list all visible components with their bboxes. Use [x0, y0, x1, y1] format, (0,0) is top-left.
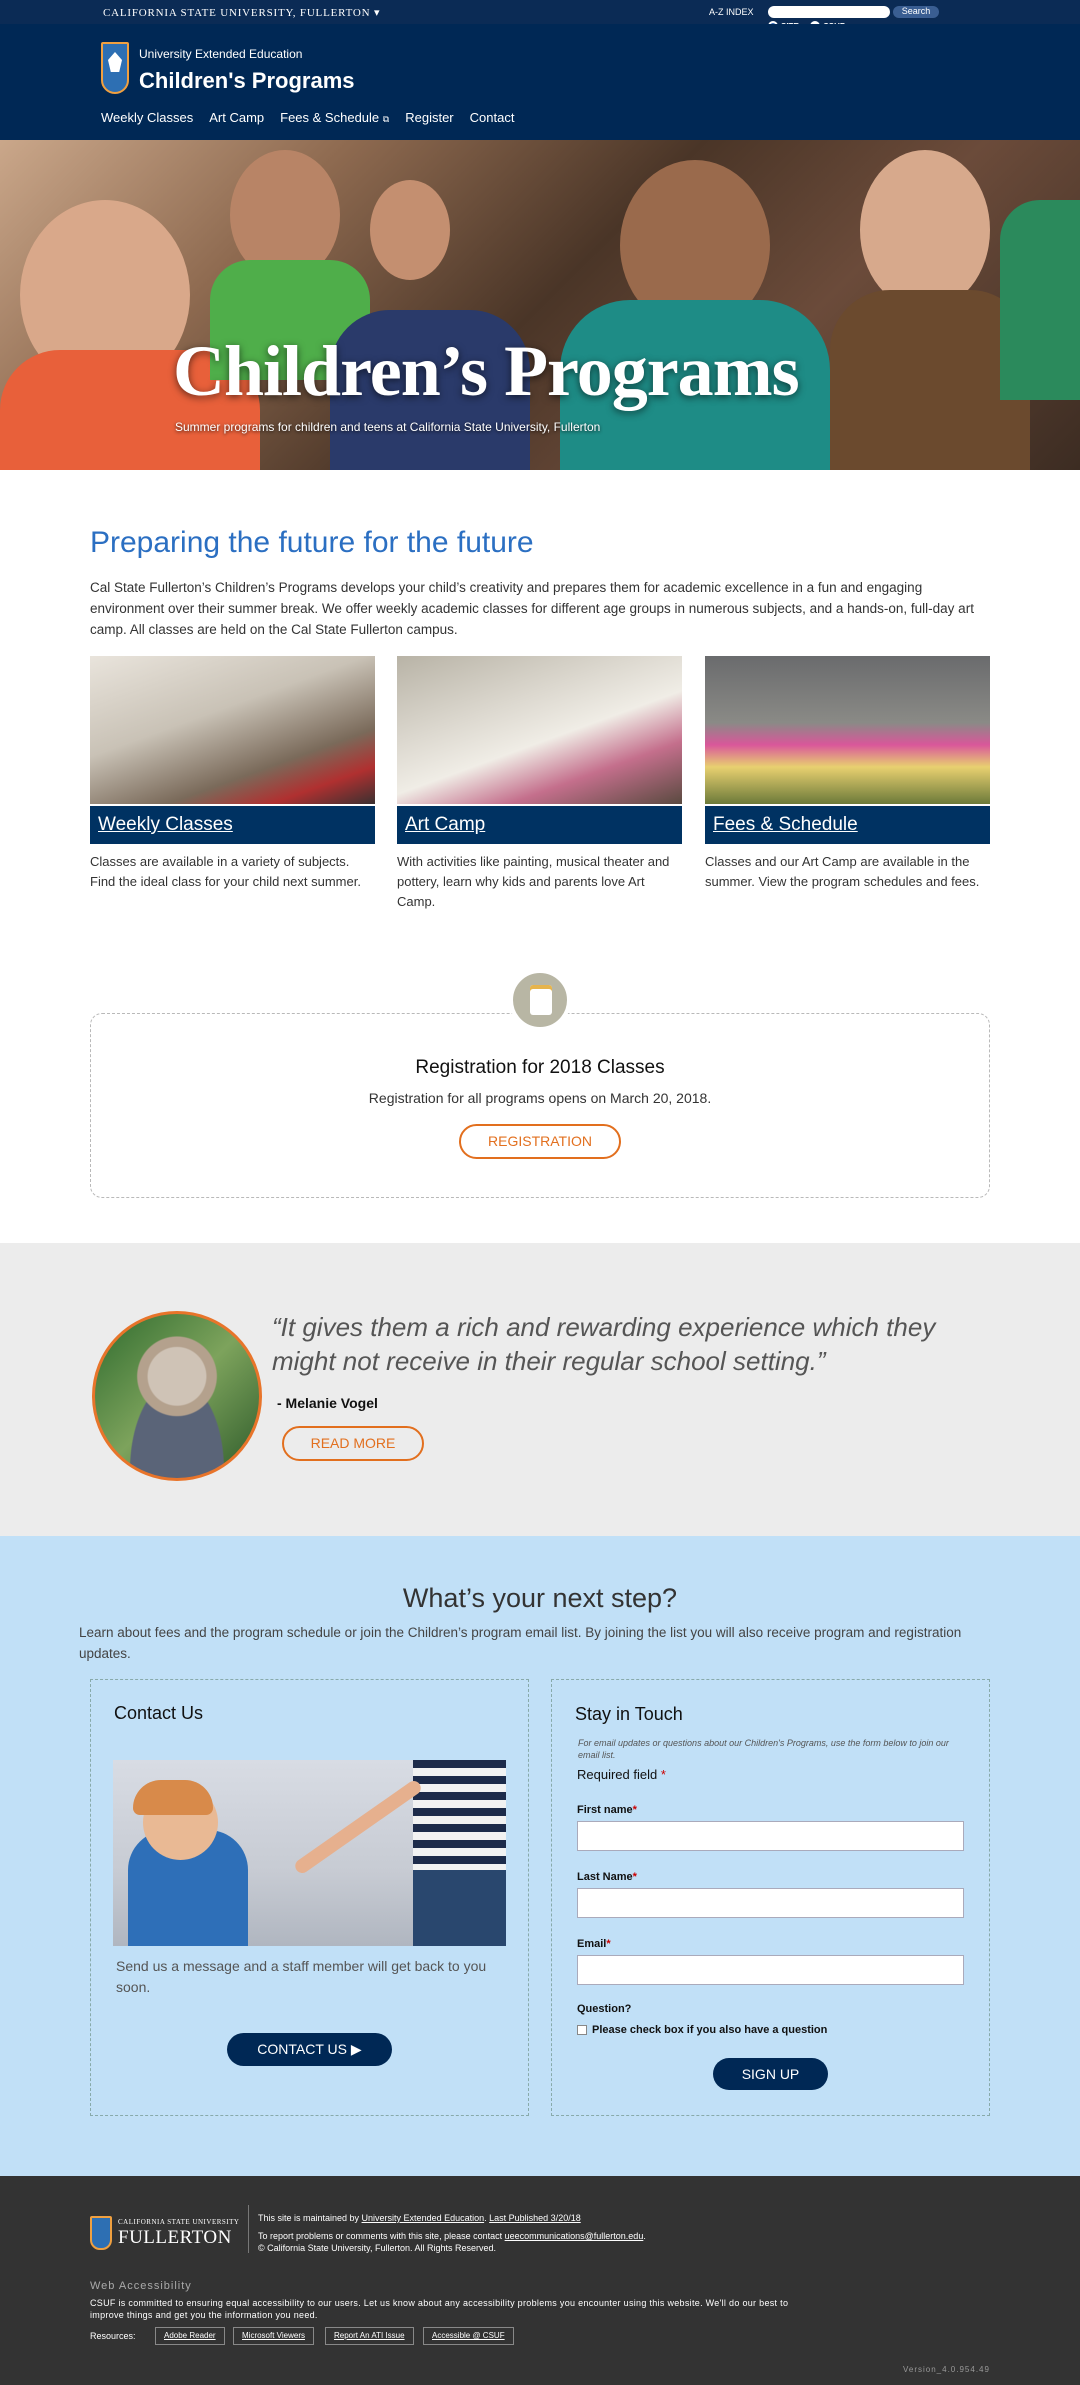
contact-title: Contact Us: [114, 1703, 204, 1723]
first-name-label: First name*: [577, 1804, 637, 1816]
hero-subtitle: Summer programs for children and teens a…: [175, 420, 601, 434]
nav-contact[interactable]: Contact: [470, 110, 515, 125]
chevron-down-icon: ▾: [373, 7, 381, 19]
report-ati-link[interactable]: Report An ATI Issue: [325, 2327, 414, 2345]
stay-in-touch-title: Stay in Touch: [575, 1704, 683, 1724]
required-field-note: Required field *: [577, 1767, 666, 1782]
testimonial-avatar: [92, 1311, 262, 1481]
web-accessibility-text: CSUF is committed to ensuring equal acce…: [90, 2298, 789, 2320]
testimonial-quote: “It gives them a rich and rewarding expe…: [272, 1312, 936, 1376]
footer-university-name: FULLERTON: [118, 2227, 232, 2248]
footer-university-small: CALIFORNIA STATE UNIVERSITY: [118, 2218, 240, 2226]
question-label: Question?: [577, 2003, 632, 2015]
last-published: Last Published 3/20/18: [489, 2213, 581, 2223]
art-camp-image[interactable]: [397, 656, 682, 804]
footer-report: To report problems or comments with this…: [258, 2231, 646, 2241]
contact-image: [113, 1760, 506, 1946]
footer-copyright: © California State University, Fullerton…: [258, 2243, 497, 2253]
search-input[interactable]: [768, 6, 890, 18]
nav-art-camp[interactable]: Art Camp: [209, 110, 264, 125]
accessible-csuf-link[interactable]: Accessible @ CSUF: [423, 2327, 514, 2345]
weekly-classes-link[interactable]: Weekly Classes: [90, 806, 375, 844]
intro-heading: Preparing the future for the future: [90, 526, 534, 559]
site-title[interactable]: Children's Programs: [139, 68, 355, 94]
search-button[interactable]: Search: [893, 6, 939, 18]
question-checkbox[interactable]: [577, 2025, 587, 2035]
checklist-icon: [509, 969, 571, 1031]
nav-weekly-classes[interactable]: Weekly Classes: [101, 110, 193, 125]
stay-in-touch-note: For email updates or questions about our…: [578, 1738, 949, 1760]
microsoft-viewers-link[interactable]: Microsoft Viewers: [233, 2327, 314, 2345]
weekly-classes-text: Classes are available in a variety of su…: [90, 854, 361, 889]
footer-logo[interactable]: [90, 2216, 112, 2250]
sign-up-button[interactable]: SIGN UP: [713, 2058, 828, 2090]
university-link[interactable]: CALIFORNIA STATE UNIVERSITY, FULLERTON ▾: [103, 6, 380, 19]
play-arrow-icon: ▶: [350, 2041, 362, 2057]
adobe-reader-link[interactable]: Adobe Reader: [155, 2327, 225, 2345]
next-step-text: Learn about fees and the program schedul…: [79, 1625, 962, 1661]
email-label: Email*: [577, 1938, 611, 1950]
report-email-link[interactable]: ueecommunications@fullerton.edu: [505, 2231, 644, 2241]
last-name-field[interactable]: [577, 1888, 964, 1918]
hero-title: Children’s Programs: [173, 331, 800, 411]
fees-schedule-link[interactable]: Fees & Schedule: [705, 806, 990, 844]
nav-register[interactable]: Register: [405, 110, 453, 125]
az-index-link[interactable]: A-Z INDEX: [709, 7, 754, 17]
department-name: University Extended Education: [139, 47, 303, 61]
fees-schedule-text: Classes and our Art Camp are available i…: [705, 854, 980, 889]
uee-link[interactable]: University Extended Education: [362, 2213, 485, 2223]
csuf-logo[interactable]: [101, 42, 129, 94]
version-text: Version_4.0.954.49: [903, 2365, 990, 2374]
footer-maintained: This site is maintained by University Ex…: [258, 2213, 581, 2223]
read-more-button[interactable]: READ MORE: [282, 1426, 424, 1461]
external-link-icon: ⧉: [382, 114, 390, 124]
art-camp-link[interactable]: Art Camp: [397, 806, 682, 844]
registration-text: Registration for all programs opens on M…: [368, 1090, 712, 1106]
fees-schedule-image[interactable]: [705, 656, 990, 804]
nav-fees-schedule[interactable]: Fees & Schedule ⧉: [280, 110, 389, 125]
question-checkbox-label[interactable]: Please check box if you also have a ques…: [592, 2024, 827, 2036]
email-field[interactable]: [577, 1955, 964, 1985]
weekly-classes-image[interactable]: [90, 656, 375, 804]
resources-label: Resources:: [90, 2331, 136, 2341]
contact-us-button[interactable]: CONTACT US ▶: [227, 2033, 392, 2066]
contact-text: Send us a message and a staff member wil…: [116, 1958, 487, 1995]
next-step-heading: What’s your next step?: [402, 1583, 678, 1613]
registration-button[interactable]: REGISTRATION: [459, 1124, 621, 1159]
last-name-label: Last Name*: [577, 1871, 637, 1883]
intro-text: Cal State Fullerton’s Children’s Program…: [90, 580, 974, 637]
registration-title: Registration for 2018 Classes: [415, 1057, 665, 1078]
first-name-field[interactable]: [577, 1821, 964, 1851]
footer-divider: [248, 2205, 249, 2253]
main-nav: Weekly Classes Art Camp Fees & Schedule …: [101, 110, 514, 125]
web-accessibility-title: Web Accessibility: [90, 2280, 192, 2292]
art-camp-text: With activities like painting, musical t…: [397, 854, 670, 909]
testimonial-author: - Melanie Vogel: [277, 1395, 378, 1411]
